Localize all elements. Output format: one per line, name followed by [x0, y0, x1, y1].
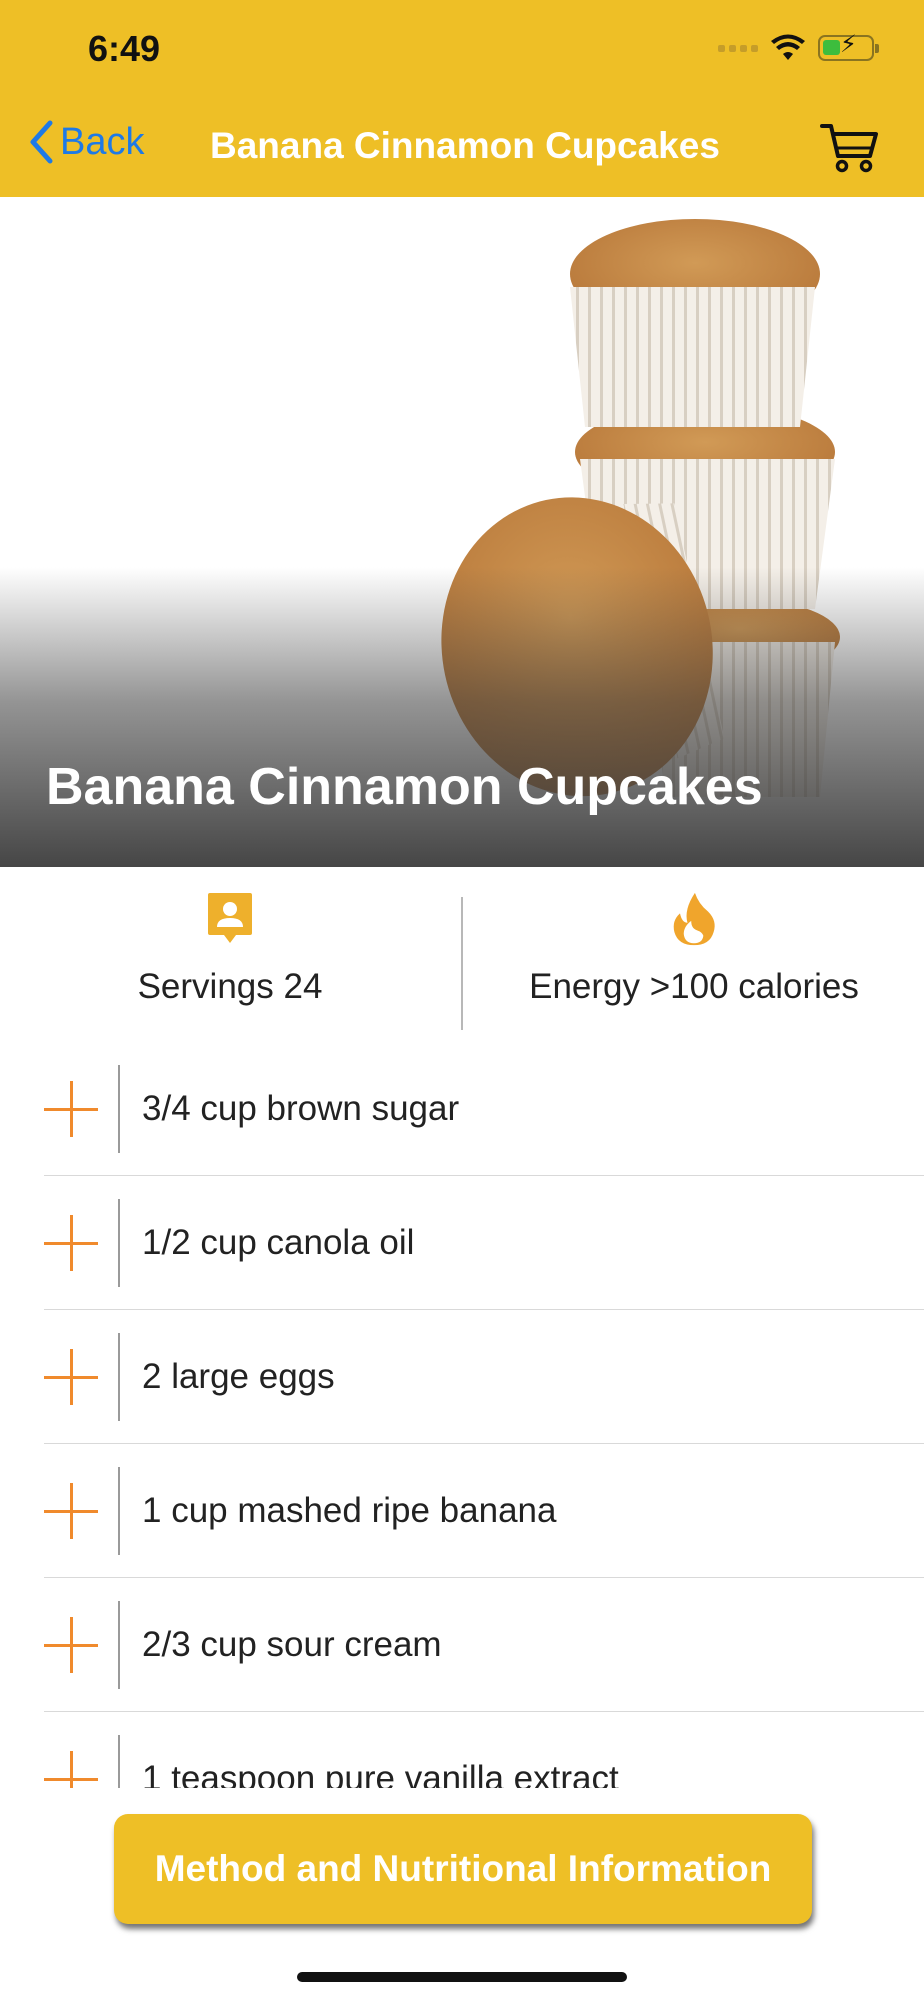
ingredient-row[interactable]: 1 teaspoon pure vanilla extract [44, 1712, 924, 1788]
row-divider [118, 1734, 120, 1788]
plus-icon[interactable] [44, 1750, 100, 1788]
ingredient-row[interactable]: 1/2 cup canola oil [44, 1176, 924, 1310]
recipe-info: Servings 24 Energy >100 calories [0, 867, 924, 1042]
servings-info: Servings 24 [0, 867, 460, 1042]
ingredient-row[interactable]: 3/4 cup brown sugar [44, 1042, 924, 1176]
back-label: Back [60, 120, 145, 163]
status-indicators: ⚡ [718, 33, 879, 62]
info-divider [461, 897, 463, 1030]
hero-gradient [0, 567, 924, 867]
signal-icon [718, 44, 758, 52]
method-nutrition-button[interactable]: Method and Nutritional Information [114, 1814, 812, 1924]
row-divider [118, 1332, 120, 1421]
chevron-left-icon [30, 120, 53, 164]
home-indicator [297, 1972, 627, 1982]
status-time: 6:49 [88, 28, 161, 69]
row-divider [118, 1466, 120, 1555]
ingredient-label: 3/4 cup brown sugar [142, 1088, 460, 1128]
recipe-title: Banana Cinnamon Cupcakes [46, 758, 763, 816]
plus-icon[interactable] [44, 1348, 100, 1405]
cart-icon [820, 124, 878, 173]
hero-image: Banana Cinnamon Cupcakes [0, 197, 924, 867]
row-divider [118, 1064, 120, 1153]
plus-icon[interactable] [44, 1616, 100, 1673]
ingredients-list: 3/4 cup brown sugar 1/2 cup canola oil 2… [44, 1042, 924, 1788]
energy-info: Energy >100 calories [464, 867, 924, 1042]
wifi-icon [770, 34, 806, 62]
ingredient-label: 1 teaspoon pure vanilla extract [142, 1758, 619, 1789]
plus-icon[interactable] [44, 1482, 100, 1539]
back-button[interactable]: Back [28, 120, 144, 164]
ingredient-row[interactable]: 1 cup mashed ripe banana [44, 1444, 924, 1578]
energy-text: Energy >100 calories [529, 967, 859, 1006]
plus-icon[interactable] [44, 1214, 100, 1271]
nav-title: Banana Cinnamon Cupcakes [210, 125, 720, 166]
flame-icon [673, 892, 715, 946]
row-divider [118, 1198, 120, 1287]
battery-icon: ⚡ [818, 33, 879, 61]
ingredient-label: 2/3 cup sour cream [142, 1624, 442, 1664]
ingredient-row[interactable]: 2 large eggs [44, 1310, 924, 1444]
cart-button[interactable] [820, 122, 878, 179]
servings-text: Servings 24 [137, 967, 323, 1006]
person-badge-icon [208, 893, 252, 943]
plus-icon[interactable] [44, 1080, 100, 1137]
row-divider [118, 1600, 120, 1689]
top-bar: 6:49 ⚡ Back Banana Cinnamon Cupcakes [0, 0, 924, 197]
ingredient-label: 2 large eggs [142, 1356, 335, 1396]
ingredient-row[interactable]: 2/3 cup sour cream [44, 1578, 924, 1712]
ingredient-label: 1/2 cup canola oil [142, 1222, 415, 1262]
ingredient-label: 1 cup mashed ripe banana [142, 1490, 557, 1530]
